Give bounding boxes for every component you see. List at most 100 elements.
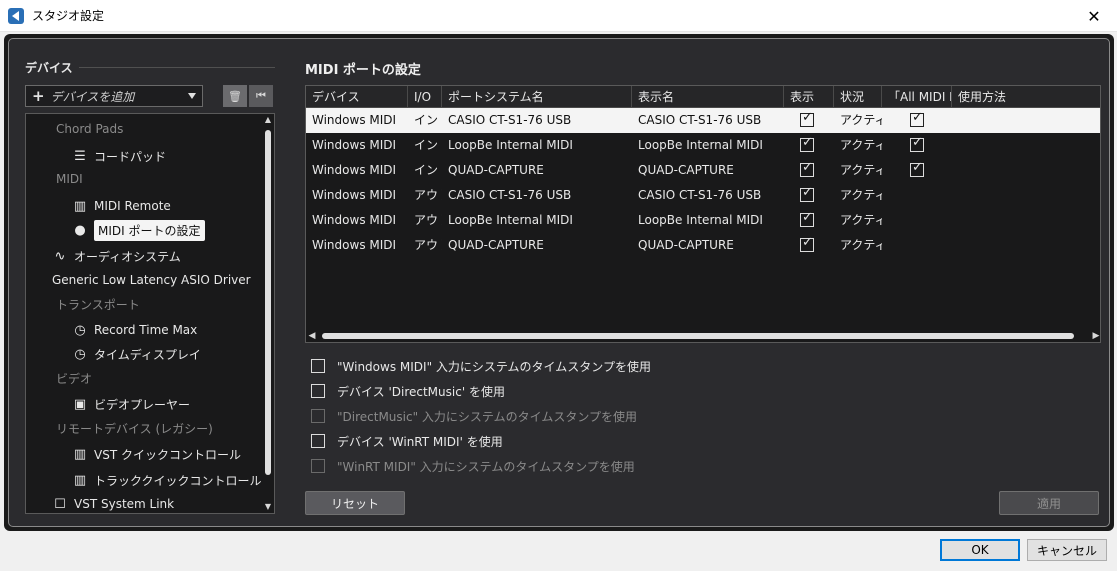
checkbox-icon: ☐ (54, 496, 66, 512)
option-label: デバイス 'WinRT MIDI' を使用 (337, 434, 503, 449)
tree-category: リモートデバイス (レガシー) (56, 422, 213, 436)
tree-item-label: トラッククイックコントロール (94, 473, 262, 488)
divider (79, 67, 275, 68)
show-checkbox[interactable] (800, 110, 814, 127)
column-header[interactable]: 状況 (834, 86, 882, 108)
column-header[interactable]: 「All MIDI I (882, 86, 952, 108)
column-header[interactable]: 使用方法 (952, 86, 1100, 108)
tree-item[interactable]: ▣ ビデオプレーヤー (72, 394, 190, 414)
remove-device-button[interactable]: 🗑 (223, 85, 247, 107)
window-close-button[interactable]: ✕ (1071, 0, 1117, 32)
scroll-up-icon[interactable]: ▲ (264, 116, 272, 124)
table-cell: Windows MIDI (312, 213, 397, 227)
tree-item[interactable]: ▥ MIDI Remote (72, 196, 171, 216)
tree-item-label: Record Time Max (94, 323, 198, 337)
all-midi-checkbox[interactable] (910, 135, 924, 152)
tree-item-label: コードパッド (94, 149, 167, 164)
tree-item[interactable]: ● MIDI ポートの設定 (72, 219, 205, 241)
device-tree[interactable]: ▲ ▼ Chord Pads ☰ コードパッド MIDI ▥ MIDI Remote ● MI… (25, 113, 275, 514)
show-checkbox[interactable] (800, 160, 814, 177)
table-cell: LoopBe Internal MIDI (448, 138, 573, 152)
trash-icon: 🗑 (228, 89, 242, 103)
option-checkbox[interactable]: "Windows MIDI" 入力にシステムのタイムスタンプを使用 (311, 357, 651, 375)
add-device-label: デバイスを追加 (50, 89, 135, 104)
all-midi-checkbox[interactable] (910, 160, 924, 177)
option-checkbox: "DirectMusic" 入力にシステムのタイムスタンプを使用 (311, 407, 637, 425)
checkbox-icon[interactable] (311, 384, 325, 398)
cancel-button[interactable]: キャンセル (1027, 539, 1107, 561)
apply-button[interactable]: 適用 (999, 491, 1099, 515)
table-row[interactable]: Windows MIDI イン CASIO CT-S1-76 USB CASIO CT… (306, 108, 1100, 133)
reset-device-button[interactable]: ⏮ (249, 85, 273, 107)
table-cell: LoopBe Internal MIDI (638, 138, 763, 152)
column-header[interactable]: I/O (408, 86, 442, 108)
chevron-down-icon (188, 93, 196, 99)
table-cell: イン (414, 163, 439, 177)
checkbox-icon[interactable] (311, 359, 325, 373)
tree-item[interactable]: ◷ タイムディスプレイ (72, 344, 201, 364)
checkbox-icon (311, 459, 325, 473)
hscroll-thumb[interactable] (322, 333, 1074, 339)
option-checkbox[interactable]: デバイス 'DirectMusic' を使用 (311, 382, 505, 400)
tree-item[interactable]: ◷ Record Time Max (72, 320, 197, 340)
tree-item[interactable]: ▥ VST クイックコントロール (72, 444, 241, 464)
tree-category: トランスポート (56, 298, 140, 312)
option-checkbox[interactable]: デバイス 'WinRT MIDI' を使用 (311, 432, 503, 450)
scroll-left-icon[interactable]: ◀ (306, 330, 318, 342)
all-midi-checkbox[interactable] (910, 110, 924, 127)
midi-port-icon: ● (74, 222, 86, 238)
tree-item[interactable]: ☐ VST System Link (52, 494, 174, 513)
tree-category: ビデオ (56, 372, 93, 386)
sliders-icon: ☰ (74, 148, 86, 164)
clock-icon: ◷ (74, 346, 86, 362)
tree-item[interactable]: ∿ オーディオシステム (52, 246, 181, 266)
table-hscrollbar[interactable]: ◀ ▶ (306, 330, 1100, 342)
option-label: "Windows MIDI" 入力にシステムのタイムスタンプを使用 (337, 359, 651, 374)
option-label: "DirectMusic" 入力にシステムのタイムスタンプを使用 (337, 409, 637, 424)
reset-button[interactable]: リセット (305, 491, 405, 515)
section-title: MIDI ポートの設定 (305, 63, 421, 78)
table-cell: アウト (414, 188, 442, 202)
tree-item-label: MIDI ポートの設定 (94, 219, 205, 241)
option-checkbox: "WinRT MIDI" 入力にシステムのタイムスタンプを使用 (311, 457, 635, 475)
option-label: "WinRT MIDI" 入力にシステムのタイムスタンプを使用 (337, 459, 635, 474)
checkbox-icon[interactable] (311, 434, 325, 448)
table-row[interactable]: Windows MIDI アウト CASIO CT-S1-76 USB CASIO C… (306, 183, 1100, 208)
table-row[interactable]: Windows MIDI イン LoopBe Internal MIDI LoopBe… (306, 133, 1100, 158)
keyboard-icon: ▥ (73, 472, 87, 488)
keyboard-icon: ▥ (73, 198, 87, 214)
show-checkbox[interactable] (800, 210, 814, 227)
table-cell: イン (414, 113, 439, 127)
tree-item-label: ビデオプレーヤー (94, 397, 191, 412)
tree-scrollbar[interactable]: ▲ ▼ (264, 116, 272, 511)
tree-item-label: Generic Low Latency ASIO Driver (52, 273, 251, 287)
table-row[interactable]: Windows MIDI アウト LoopBe Internal MIDI LoopB… (306, 208, 1100, 233)
scroll-thumb[interactable] (265, 130, 271, 475)
table-row[interactable]: Windows MIDI イン QUAD-CAPTURE QUAD-CAPTURE アク… (306, 158, 1100, 183)
waveform-icon: ∿ (54, 248, 66, 264)
show-checkbox[interactable] (800, 135, 814, 152)
show-checkbox[interactable] (800, 185, 814, 202)
column-header[interactable]: 表示名 (632, 86, 784, 108)
option-label: デバイス 'DirectMusic' を使用 (337, 384, 505, 399)
table-cell: アウト (414, 238, 442, 252)
add-device-dropdown[interactable]: + デバイスを追加 (25, 85, 203, 107)
scroll-right-icon[interactable]: ▶ (1090, 330, 1100, 342)
dialog-frame: デバイス + デバイスを追加 🗑 ⏮ ▲ ▼ Chord Pads ☰ コードパッド… (4, 34, 1114, 531)
column-header[interactable]: 表示 (784, 86, 834, 108)
tree-item[interactable]: ▥ トラッククイックコントロール (72, 470, 262, 490)
table-cell: アクティブ (840, 163, 882, 177)
column-header[interactable]: デバイス (306, 86, 408, 108)
table-cell: アクティブ (840, 213, 882, 227)
ok-button[interactable]: OK (940, 539, 1020, 561)
table-cell: アクティブ (840, 188, 882, 202)
scroll-down-icon[interactable]: ▼ (264, 503, 272, 511)
tree-item[interactable]: ☰ コードパッド (72, 146, 166, 166)
app-logo-icon (8, 7, 24, 24)
column-header[interactable]: ポートシステム名 (442, 86, 632, 108)
show-checkbox[interactable] (800, 235, 814, 252)
film-icon: ▣ (73, 396, 87, 412)
table-row[interactable]: Windows MIDI アウト QUAD-CAPTURE QUAD-CAPTURE ア… (306, 233, 1100, 258)
tree-category: MIDI (56, 172, 83, 186)
tree-item[interactable]: Generic Low Latency ASIO Driver (52, 270, 251, 290)
